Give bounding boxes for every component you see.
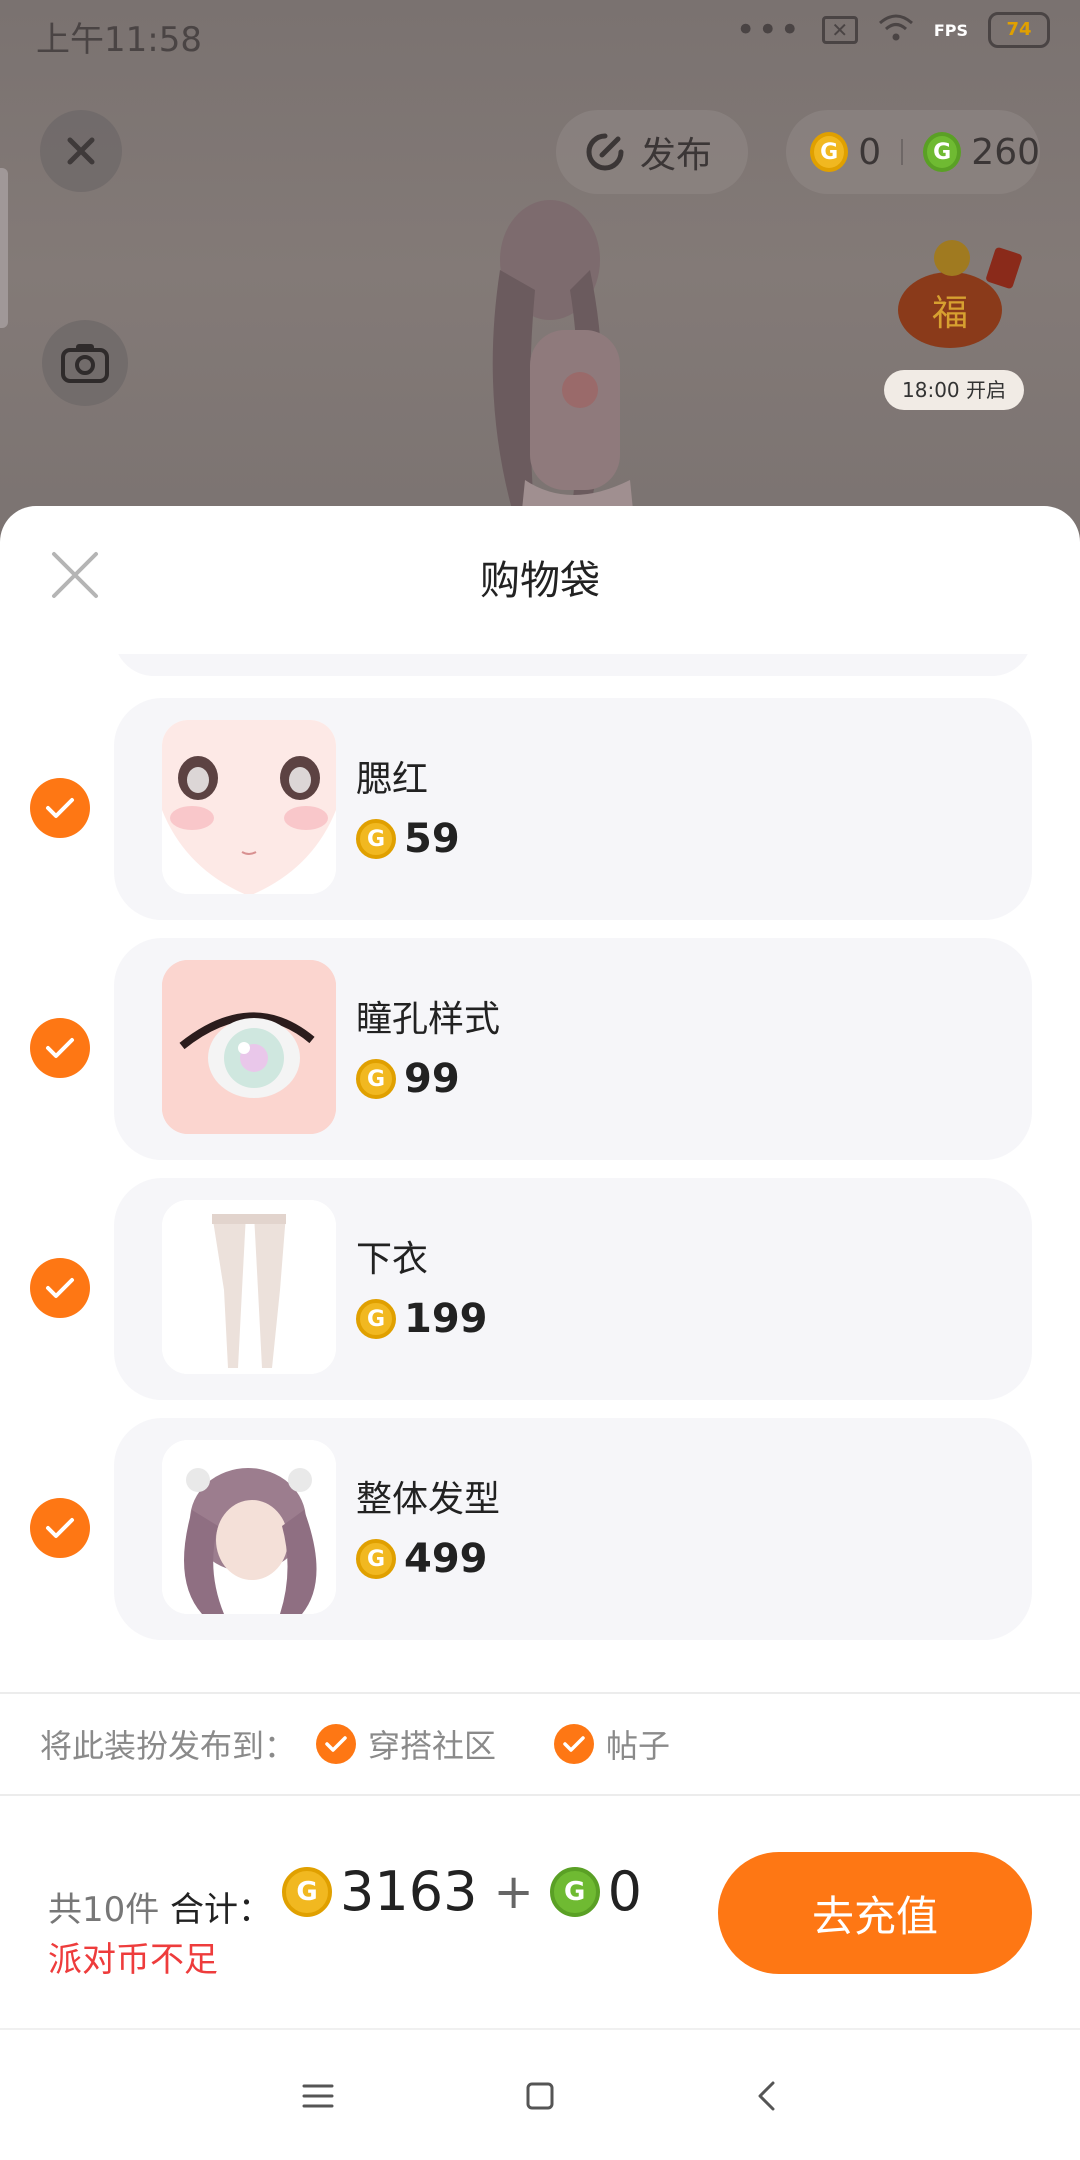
item-price-value: 59 (404, 816, 460, 862)
status-time: 上午11:58 (36, 20, 202, 60)
sheet-title: 购物袋 (480, 558, 600, 604)
lucky-bag-icon[interactable]: 福 (890, 230, 1030, 350)
gold-total: 3163 (340, 1860, 478, 1923)
item-price-value: 99 (404, 1056, 460, 1102)
green-coin-icon: G (923, 132, 962, 172)
checkout-footer: 共10件 合计： G 3163 + G 0 派对币不足 去充值 (0, 1796, 1080, 2026)
currency-balance[interactable]: G 0 G 260 (786, 110, 1040, 194)
item-card[interactable]: 腮红 G 59 (114, 698, 1032, 920)
item-checkbox[interactable] (30, 1498, 90, 1558)
recharge-button[interactable]: 去充值 (718, 1852, 1032, 1974)
checkmark-icon (46, 798, 74, 818)
option-label: 穿搭社区 (368, 1727, 497, 1765)
publish-label: 发布 (640, 135, 713, 176)
item-card[interactable]: 瞳孔样式 G 99 (114, 938, 1032, 1160)
gold-coin-icon: G (356, 1059, 396, 1099)
plus-sign: + (493, 1863, 534, 1920)
checkmark-icon (46, 1278, 74, 1298)
checkmark-icon (46, 1038, 74, 1058)
gold-coin-icon: G (810, 132, 849, 172)
cart-item: 瞳孔样式 G 99 (0, 938, 1080, 1160)
more-dots-icon: ••• (735, 10, 802, 50)
camera-icon (61, 344, 109, 383)
item-price: G 499 (356, 1536, 488, 1582)
green-coin-icon: G (549, 1866, 600, 1917)
item-card[interactable]: 下衣 G 199 (114, 1178, 1032, 1400)
event-time-badge: 18:00 开启 (884, 370, 1024, 410)
item-name: 腮红 (356, 759, 429, 800)
gold-coin-icon: G (356, 819, 396, 859)
gold-balance: 0 (858, 131, 882, 173)
fps-indicator: FPS (933, 20, 968, 40)
home-nav-button[interactable] (514, 2070, 566, 2122)
option-checkbox[interactable] (554, 1724, 595, 1764)
side-handle[interactable] (0, 168, 8, 328)
publish-option-community[interactable]: 穿搭社区 (316, 1721, 496, 1767)
home-icon (526, 2082, 554, 2110)
gold-coin-icon: G (282, 1866, 332, 1917)
green-balance: 260 (971, 131, 1041, 173)
back-icon (758, 2081, 775, 2111)
item-checkbox[interactable] (30, 778, 90, 838)
item-name: 瞳孔样式 (356, 999, 501, 1040)
item-price-value: 199 (404, 1296, 488, 1342)
item-price: G 199 (356, 1296, 488, 1342)
checkmark-icon (563, 1736, 585, 1752)
option-label: 帖子 (606, 1727, 671, 1765)
item-name: 下衣 (356, 1239, 429, 1280)
publish-to-row: 将此装扮发布到： 穿搭社区 帖子 (0, 1692, 1080, 1796)
shopping-bag-sheet: 购物袋 腮红 G 59 瞳孔样式 G 99 下衣 G 199 整体发型 G 49… (0, 506, 1080, 2160)
cart-item-list[interactable]: 腮红 G 59 瞳孔样式 G 99 下衣 G 199 整体发型 G 499 (0, 654, 1080, 1688)
fu-character: 福 (932, 293, 968, 334)
item-thumbnail-hair (162, 1440, 336, 1614)
menu-icon (302, 2084, 334, 2108)
gold-coin-icon: G (356, 1539, 396, 1579)
green-total: 0 (607, 1860, 643, 1923)
no-sim-icon: ✕ (821, 16, 858, 44)
item-price: G 99 (356, 1056, 460, 1102)
cart-item: 整体发型 G 499 (0, 1418, 1080, 1640)
system-nav-bar (0, 2028, 1080, 2160)
checkmark-icon (325, 1736, 347, 1752)
avatar-preview (492, 200, 635, 530)
close-editor-button[interactable] (40, 110, 122, 192)
list-item (114, 654, 1032, 676)
item-price-value: 499 (404, 1536, 488, 1582)
item-thumbnail-blush (162, 720, 336, 894)
publish-to-label: 将此装扮发布到： (40, 1727, 297, 1765)
menu-nav-button[interactable] (292, 2070, 344, 2122)
item-price: G 59 (356, 816, 460, 862)
item-card[interactable]: 整体发型 G 499 (114, 1418, 1032, 1640)
option-checkbox[interactable] (316, 1724, 357, 1764)
publish-icon (586, 133, 624, 171)
total-amount: G 3163 + G 0 (282, 1860, 642, 1923)
checkmark-icon (46, 1518, 74, 1538)
gold-coin-icon: G (356, 1299, 396, 1339)
back-nav-button[interactable] (740, 2070, 792, 2122)
total-label: 合计： (170, 1890, 272, 1930)
item-checkbox[interactable] (30, 1258, 90, 1318)
item-name: 整体发型 (356, 1479, 501, 1520)
status-bar: 上午11:58 ••• ✕ FPS 74 (0, 0, 1080, 68)
cart-item: 下衣 G 199 (0, 1178, 1080, 1400)
sheet-header: 购物袋 (0, 506, 1080, 654)
divider (901, 139, 904, 165)
item-thumbnail-pupil (162, 960, 336, 1134)
insufficient-coins-warning: 派对币不足 (48, 1940, 218, 1980)
publish-option-post[interactable]: 帖子 (554, 1721, 670, 1767)
item-checkbox[interactable] (30, 1018, 90, 1078)
close-icon (67, 137, 95, 165)
camera-button[interactable] (42, 320, 128, 406)
item-count: 共10件 (48, 1890, 160, 1930)
battery-icon: 74 (988, 12, 1050, 48)
wifi-icon (878, 13, 914, 47)
cart-item: 腮红 G 59 (0, 698, 1080, 920)
item-thumbnail-legwear (162, 1200, 336, 1374)
